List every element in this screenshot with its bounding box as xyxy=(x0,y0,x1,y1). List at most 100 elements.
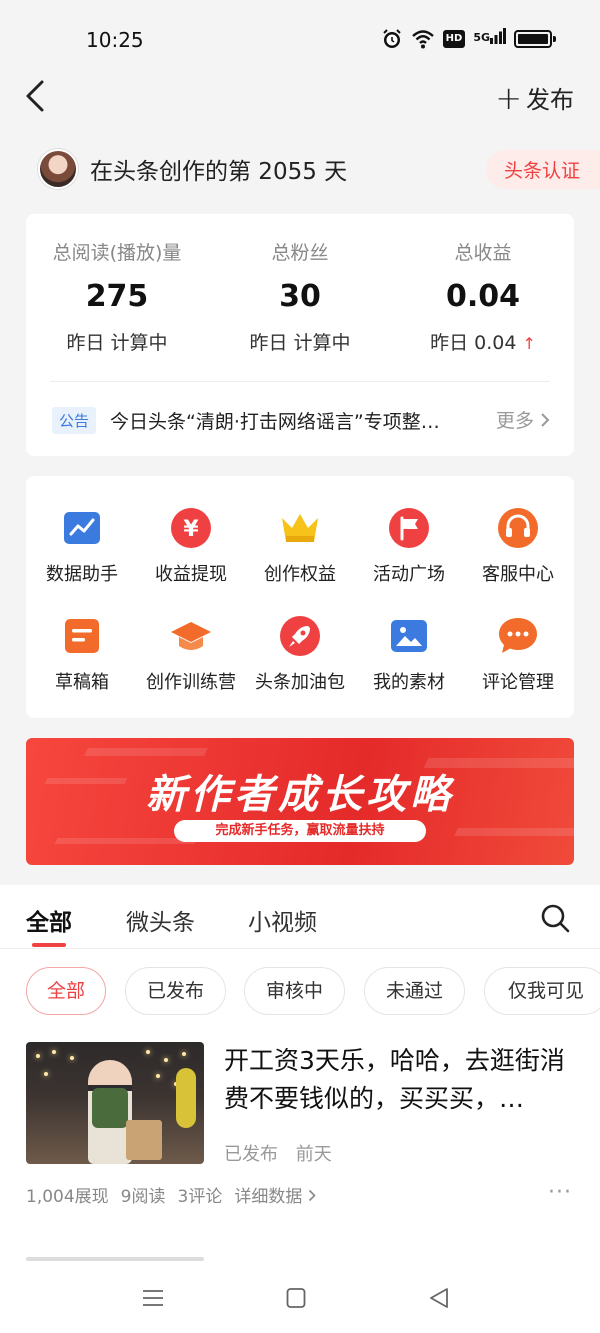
details-label: 详细数据 xyxy=(234,1187,303,1207)
tool-label: 数据助手 xyxy=(46,564,118,585)
stat-label: 总阅读(播放)量 xyxy=(52,242,182,264)
filter-reviewing[interactable]: 审核中 xyxy=(244,967,345,1015)
content-section: 全部 微头条 小视频 全部 已发布 审核中 未通过 仅我可见 开工资3天乐，哈哈… xyxy=(0,885,600,1333)
notice-bar[interactable]: 公告 今日头条“清朗·打击网络谣言”专项整… 更多 xyxy=(52,402,550,438)
article-meta: 已发布 前天 xyxy=(224,1140,344,1166)
alarm-icon xyxy=(382,29,401,48)
tool-boost-package[interactable]: 头条加油包 xyxy=(246,614,354,694)
system-nav-bar xyxy=(0,1263,600,1333)
top-nav: + 发布 xyxy=(0,70,600,124)
stat-sub: 昨日 计算中 xyxy=(249,332,351,354)
avatar[interactable] xyxy=(38,149,78,189)
article-reads: 9阅读 xyxy=(120,1187,166,1207)
banner-subtitle: 完成新手任务，赢取流量扶持 xyxy=(174,820,426,842)
hd-icon: HD xyxy=(442,30,466,48)
article-time: 前天 xyxy=(295,1144,332,1165)
tab-all[interactable]: 全部 xyxy=(26,903,72,937)
stat-total-income[interactable]: 总收益 0.04 昨日 0.04 ↑ xyxy=(392,238,574,355)
growth-guide-banner[interactable]: 新作者成长攻略 完成新手任务，赢取流量扶持 xyxy=(26,738,574,865)
certification-badge[interactable]: 头条认证 xyxy=(485,150,600,189)
menu-icon[interactable] xyxy=(142,1287,164,1309)
creator-row: 在头条创作的第 2055 天 头条认证 xyxy=(38,146,600,192)
article-item[interactable]: 开工资3天乐，哈哈，去逛街消费不要钱似的，买买买，… 已发布 前天 1,004展… xyxy=(26,1042,574,1232)
tool-drafts[interactable]: 草稿箱 xyxy=(28,614,136,694)
stat-value: 0.04 xyxy=(445,279,521,314)
tool-income-withdraw[interactable]: ¥ 收益提现 xyxy=(137,506,245,586)
stat-total-fans[interactable]: 总粉丝 30 昨日 计算中 xyxy=(209,238,391,355)
notice-more-label: 更多 xyxy=(495,410,534,432)
svg-text:¥: ¥ xyxy=(183,517,199,542)
stat-sub: 昨日 计算中 xyxy=(66,332,168,354)
filter-all[interactable]: 全部 xyxy=(26,967,106,1015)
image-icon xyxy=(391,620,427,652)
comment-icon xyxy=(499,618,537,653)
banner-title: 新作者成长攻略 xyxy=(146,772,454,818)
tools-grid: 数据助手 ¥ 收益提现 创作权益 活动广场 客服中心 草稿箱 创作训练营 头条加… xyxy=(26,476,574,718)
tool-creator-rights[interactable]: 创作权益 xyxy=(246,506,354,586)
stat-sub-row: 昨日 0.04 ↑ xyxy=(392,328,574,355)
banner-decoration xyxy=(454,828,574,836)
status-time: 10:25 xyxy=(86,28,144,52)
stat-total-reads[interactable]: 总阅读(播放)量 275 昨日 计算中 xyxy=(26,238,208,355)
article-title[interactable]: 开工资3天乐，哈哈，去逛街消费不要钱似的，买买买，… xyxy=(224,1042,574,1118)
status-filters: 全部 已发布 审核中 未通过 仅我可见 xyxy=(26,967,600,1017)
stat-label: 总粉丝 xyxy=(271,242,329,264)
search-icon[interactable] xyxy=(540,903,570,933)
5g-signal-icon: 5G xyxy=(473,28,506,50)
stat-value: 275 xyxy=(85,279,149,314)
draft-icon xyxy=(65,619,99,653)
article-thumbnail[interactable] xyxy=(26,1042,204,1164)
trend-up-icon: ↑ xyxy=(522,334,536,353)
active-tab-indicator xyxy=(32,943,66,947)
status-bar: 10:25 HD 5G xyxy=(0,0,600,70)
article-details-link[interactable]: 详细数据 xyxy=(234,1182,316,1207)
tool-creator-camp[interactable]: 创作训练营 xyxy=(137,614,245,694)
filter-rejected[interactable]: 未通过 xyxy=(364,967,465,1015)
tool-label: 活动广场 xyxy=(373,564,445,585)
rocket-icon xyxy=(280,616,320,656)
filter-published[interactable]: 已发布 xyxy=(125,967,226,1015)
article-impressions: 1,004展现 xyxy=(26,1187,109,1207)
tool-label: 草稿箱 xyxy=(55,672,109,693)
network-type: 5G xyxy=(473,31,490,44)
status-icons: HD 5G xyxy=(381,28,556,50)
filter-private[interactable]: 仅我可见 xyxy=(484,967,600,1015)
next-article-thumbnail xyxy=(26,1257,204,1261)
tool-label: 头条加油包 xyxy=(255,672,345,693)
tool-label: 客服中心 xyxy=(482,564,554,585)
stat-sub: 昨日 0.04 xyxy=(430,332,517,354)
article-comments: 3评论 xyxy=(177,1187,223,1207)
publish-label: 发布 xyxy=(526,86,574,114)
notice-text[interactable]: 今日头条“清朗·打击网络谣言”专项整… xyxy=(110,407,470,434)
battery-icon xyxy=(514,30,556,48)
crown-icon xyxy=(282,514,318,542)
creator-days: 在头条创作的第 2055 天 xyxy=(90,159,348,185)
tool-activity-plaza[interactable]: 活动广场 xyxy=(355,506,463,586)
flag-icon xyxy=(389,508,429,548)
back-triangle-icon[interactable] xyxy=(428,1287,450,1309)
publish-button[interactable]: + 发布 xyxy=(495,80,574,115)
tool-data-assistant[interactable]: 数据助手 xyxy=(28,506,136,586)
graduation-cap-icon xyxy=(171,622,211,650)
tool-label: 评论管理 xyxy=(482,672,554,693)
tool-label: 创作训练营 xyxy=(146,672,236,693)
notice-more-link[interactable]: 更多 xyxy=(496,406,550,433)
tool-label: 创作权益 xyxy=(264,564,336,585)
banner-decoration xyxy=(84,748,208,756)
tab-short-video[interactable]: 小视频 xyxy=(248,903,317,937)
divider xyxy=(50,381,550,382)
tool-comment-manage[interactable]: 评论管理 xyxy=(464,614,572,694)
notice-tag: 公告 xyxy=(52,406,97,434)
home-icon[interactable] xyxy=(286,1287,306,1309)
tool-label: 收益提现 xyxy=(155,564,227,585)
headset-icon xyxy=(498,508,538,548)
chevron-left-icon[interactable] xyxy=(20,78,56,114)
tab-micro-post[interactable]: 微头条 xyxy=(126,903,195,937)
chevron-right-icon xyxy=(308,1189,316,1202)
article-more-icon[interactable]: ··· xyxy=(548,1180,572,1205)
tool-label: 我的素材 xyxy=(373,672,445,693)
chevron-right-icon xyxy=(541,412,550,427)
tool-my-materials[interactable]: 我的素材 xyxy=(355,614,463,694)
plus-icon: + xyxy=(495,78,522,117)
tool-service-center[interactable]: 客服中心 xyxy=(464,506,572,586)
